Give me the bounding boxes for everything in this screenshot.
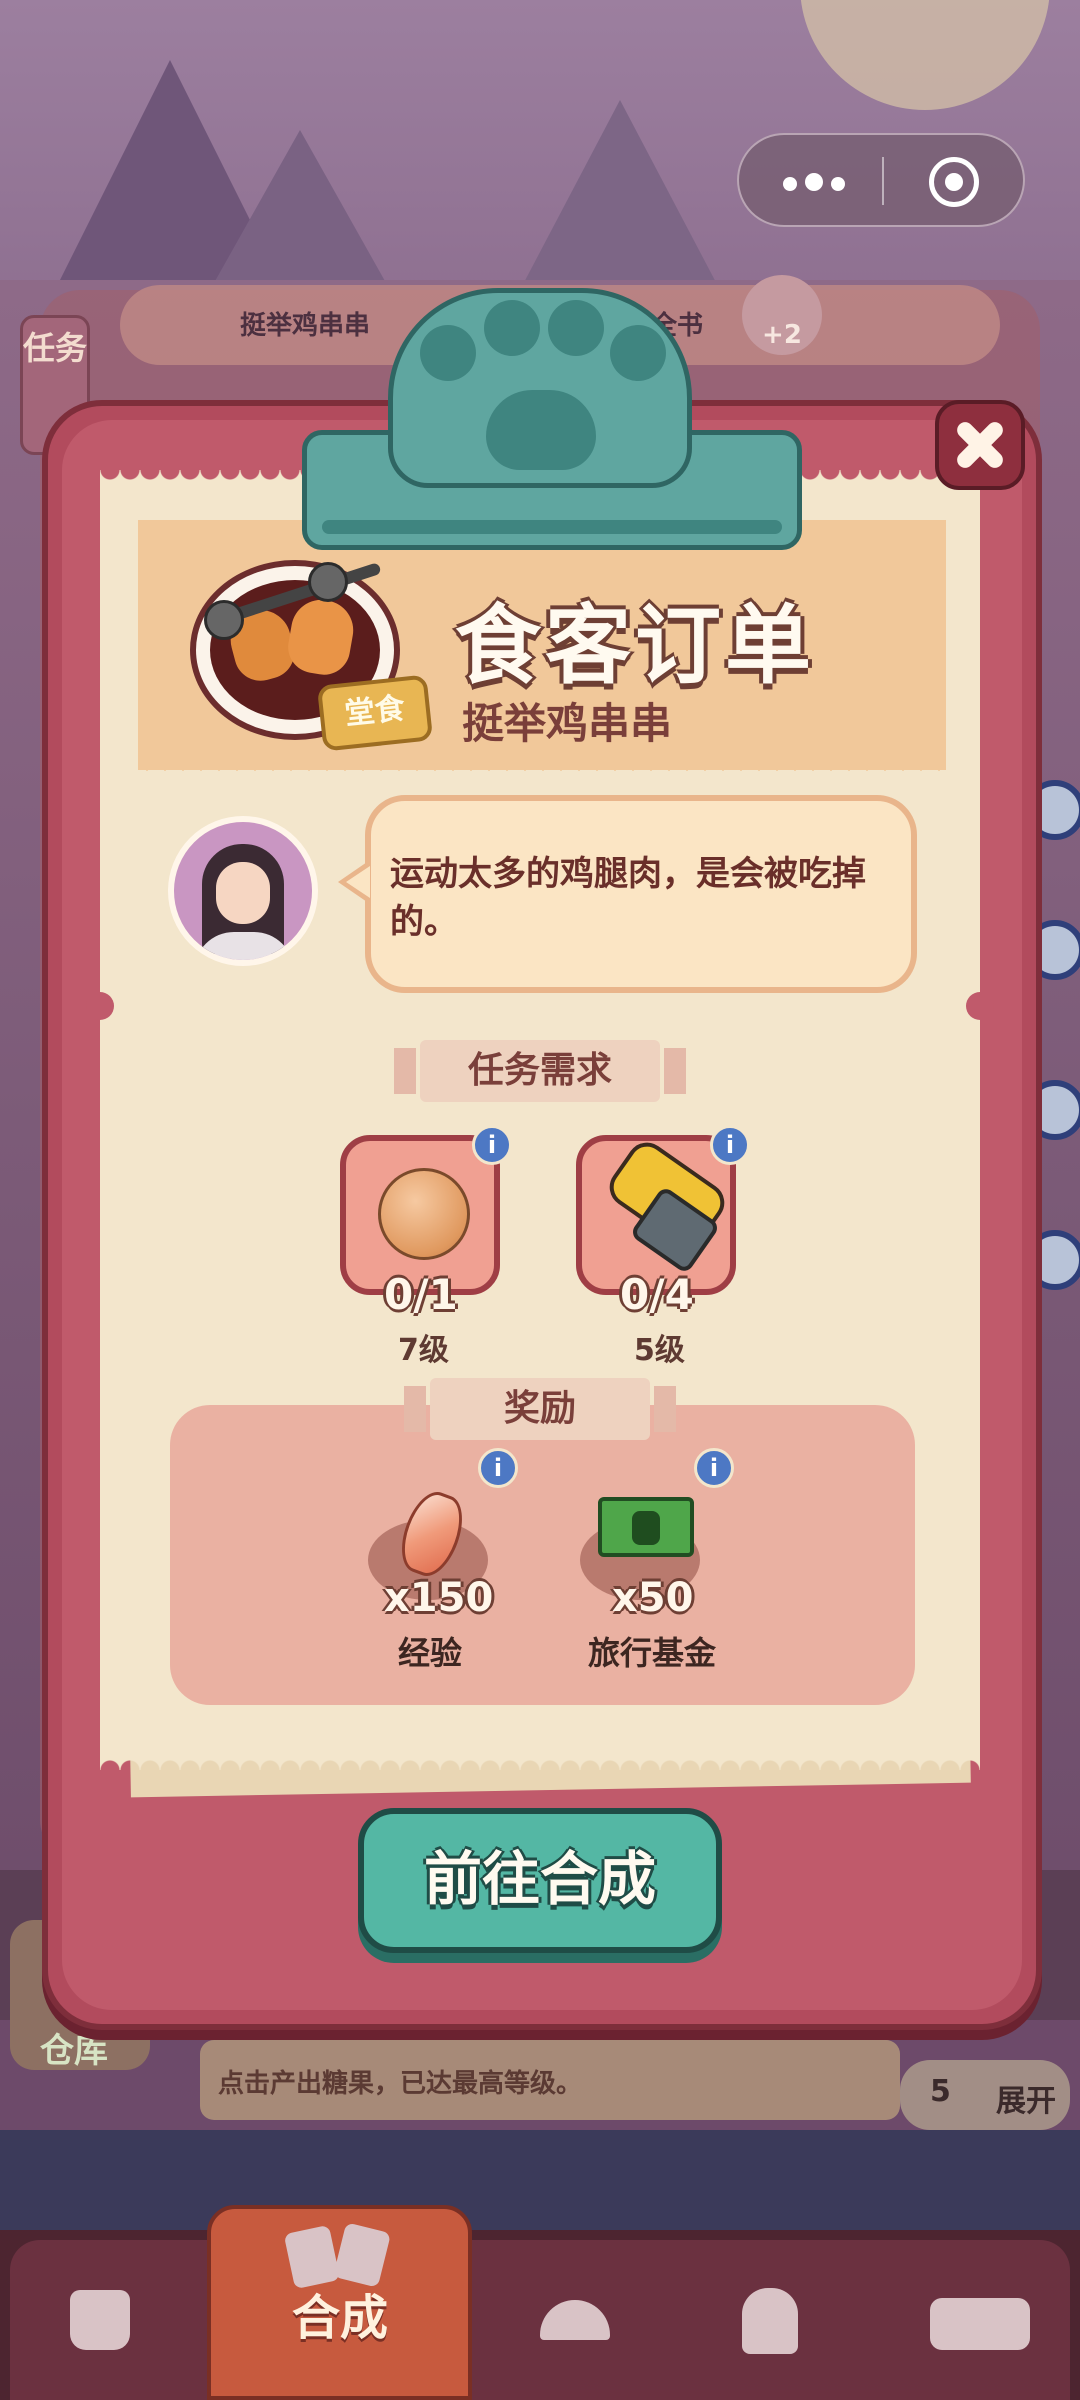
target-circle-icon[interactable] bbox=[929, 157, 979, 207]
nav-chef[interactable] bbox=[710, 2270, 830, 2370]
info-icon[interactable]: i bbox=[478, 1448, 518, 1488]
modal-title: 食客订单 bbox=[455, 596, 815, 696]
requirement-progress: 0/4 bbox=[620, 1270, 694, 1319]
mountain-decoration bbox=[210, 130, 390, 290]
requirement-level: 5级 bbox=[634, 1333, 685, 1368]
paw-pad bbox=[486, 390, 596, 470]
cloche-icon bbox=[540, 2300, 610, 2340]
customer-quote: 运动太多的鸡腿肉，是会被吃掉的。 bbox=[390, 854, 866, 942]
go-merge-button[interactable]: 前往合成 bbox=[358, 1808, 722, 1953]
nav-merge-label: 合成 bbox=[292, 2290, 389, 2346]
reward-label: 经验 bbox=[398, 1634, 463, 1672]
store-label: 仓库 bbox=[40, 2031, 108, 2071]
speech-bubble-tail-fill bbox=[346, 866, 370, 898]
expand-label: 展开 bbox=[996, 2084, 1056, 2119]
reward-label: 旅行基金 bbox=[588, 1634, 717, 1672]
tip-text: 点击产出糖果，已达最高等级。 bbox=[218, 2069, 583, 2099]
barbell-weight bbox=[204, 600, 244, 640]
nav-bag[interactable] bbox=[40, 2270, 160, 2370]
bonus-badge[interactable]: +2 bbox=[742, 275, 822, 355]
requirement-level: 7级 bbox=[398, 1333, 449, 1368]
mini-program-capsule bbox=[737, 133, 1025, 227]
nav-travel[interactable] bbox=[920, 2270, 1040, 2370]
paper-scallop-bottom bbox=[100, 1750, 980, 1770]
chef-portrait-icon bbox=[742, 2288, 798, 2354]
cash-stack-icon bbox=[598, 1497, 694, 1557]
paper-notch-left bbox=[86, 992, 114, 1020]
more-dots-icon[interactable] bbox=[779, 161, 859, 201]
rewards-heading: 奖励 bbox=[404, 1378, 676, 1440]
customer-avatar bbox=[168, 816, 318, 966]
info-icon[interactable]: i bbox=[694, 1448, 734, 1488]
go-merge-button-label: 前往合成 bbox=[423, 1845, 656, 1913]
paper-notch-right bbox=[966, 992, 994, 1020]
paw-toe bbox=[484, 300, 540, 356]
lower-pattern-strip bbox=[0, 2130, 1080, 2230]
header-zigzag bbox=[138, 762, 946, 780]
avatar-face bbox=[216, 862, 270, 924]
reward-amount: x150 bbox=[384, 1575, 494, 1621]
paw-toe bbox=[548, 300, 604, 356]
paw-toe bbox=[610, 325, 666, 381]
reward-amount: x50 bbox=[612, 1575, 694, 1621]
rewards-panel bbox=[170, 1405, 915, 1705]
topbar-order-name: 挺举鸡串串 bbox=[240, 311, 371, 341]
requirement-progress: 0/1 bbox=[384, 1270, 458, 1319]
clip-stripe bbox=[322, 520, 782, 534]
close-button[interactable] bbox=[935, 400, 1025, 490]
bus-icon bbox=[930, 2298, 1030, 2350]
dish-name: 挺举鸡串串 bbox=[462, 699, 673, 748]
info-icon[interactable]: i bbox=[710, 1125, 750, 1165]
nav-restaurant[interactable] bbox=[515, 2270, 635, 2370]
expand-count: 5 bbox=[930, 2074, 951, 2109]
paw-toe bbox=[420, 325, 476, 381]
requirements-heading: 任务需求 bbox=[394, 1040, 686, 1102]
shopping-bag-icon bbox=[70, 2290, 130, 2350]
mountain-decoration bbox=[520, 100, 720, 290]
info-icon[interactable]: i bbox=[472, 1125, 512, 1165]
task-tab-label: 任务 bbox=[23, 329, 88, 367]
dine-in-badge: 堂食 bbox=[316, 674, 434, 752]
capsule-divider bbox=[882, 157, 884, 205]
barbell-weight bbox=[308, 562, 348, 602]
meatball-icon bbox=[378, 1168, 470, 1260]
